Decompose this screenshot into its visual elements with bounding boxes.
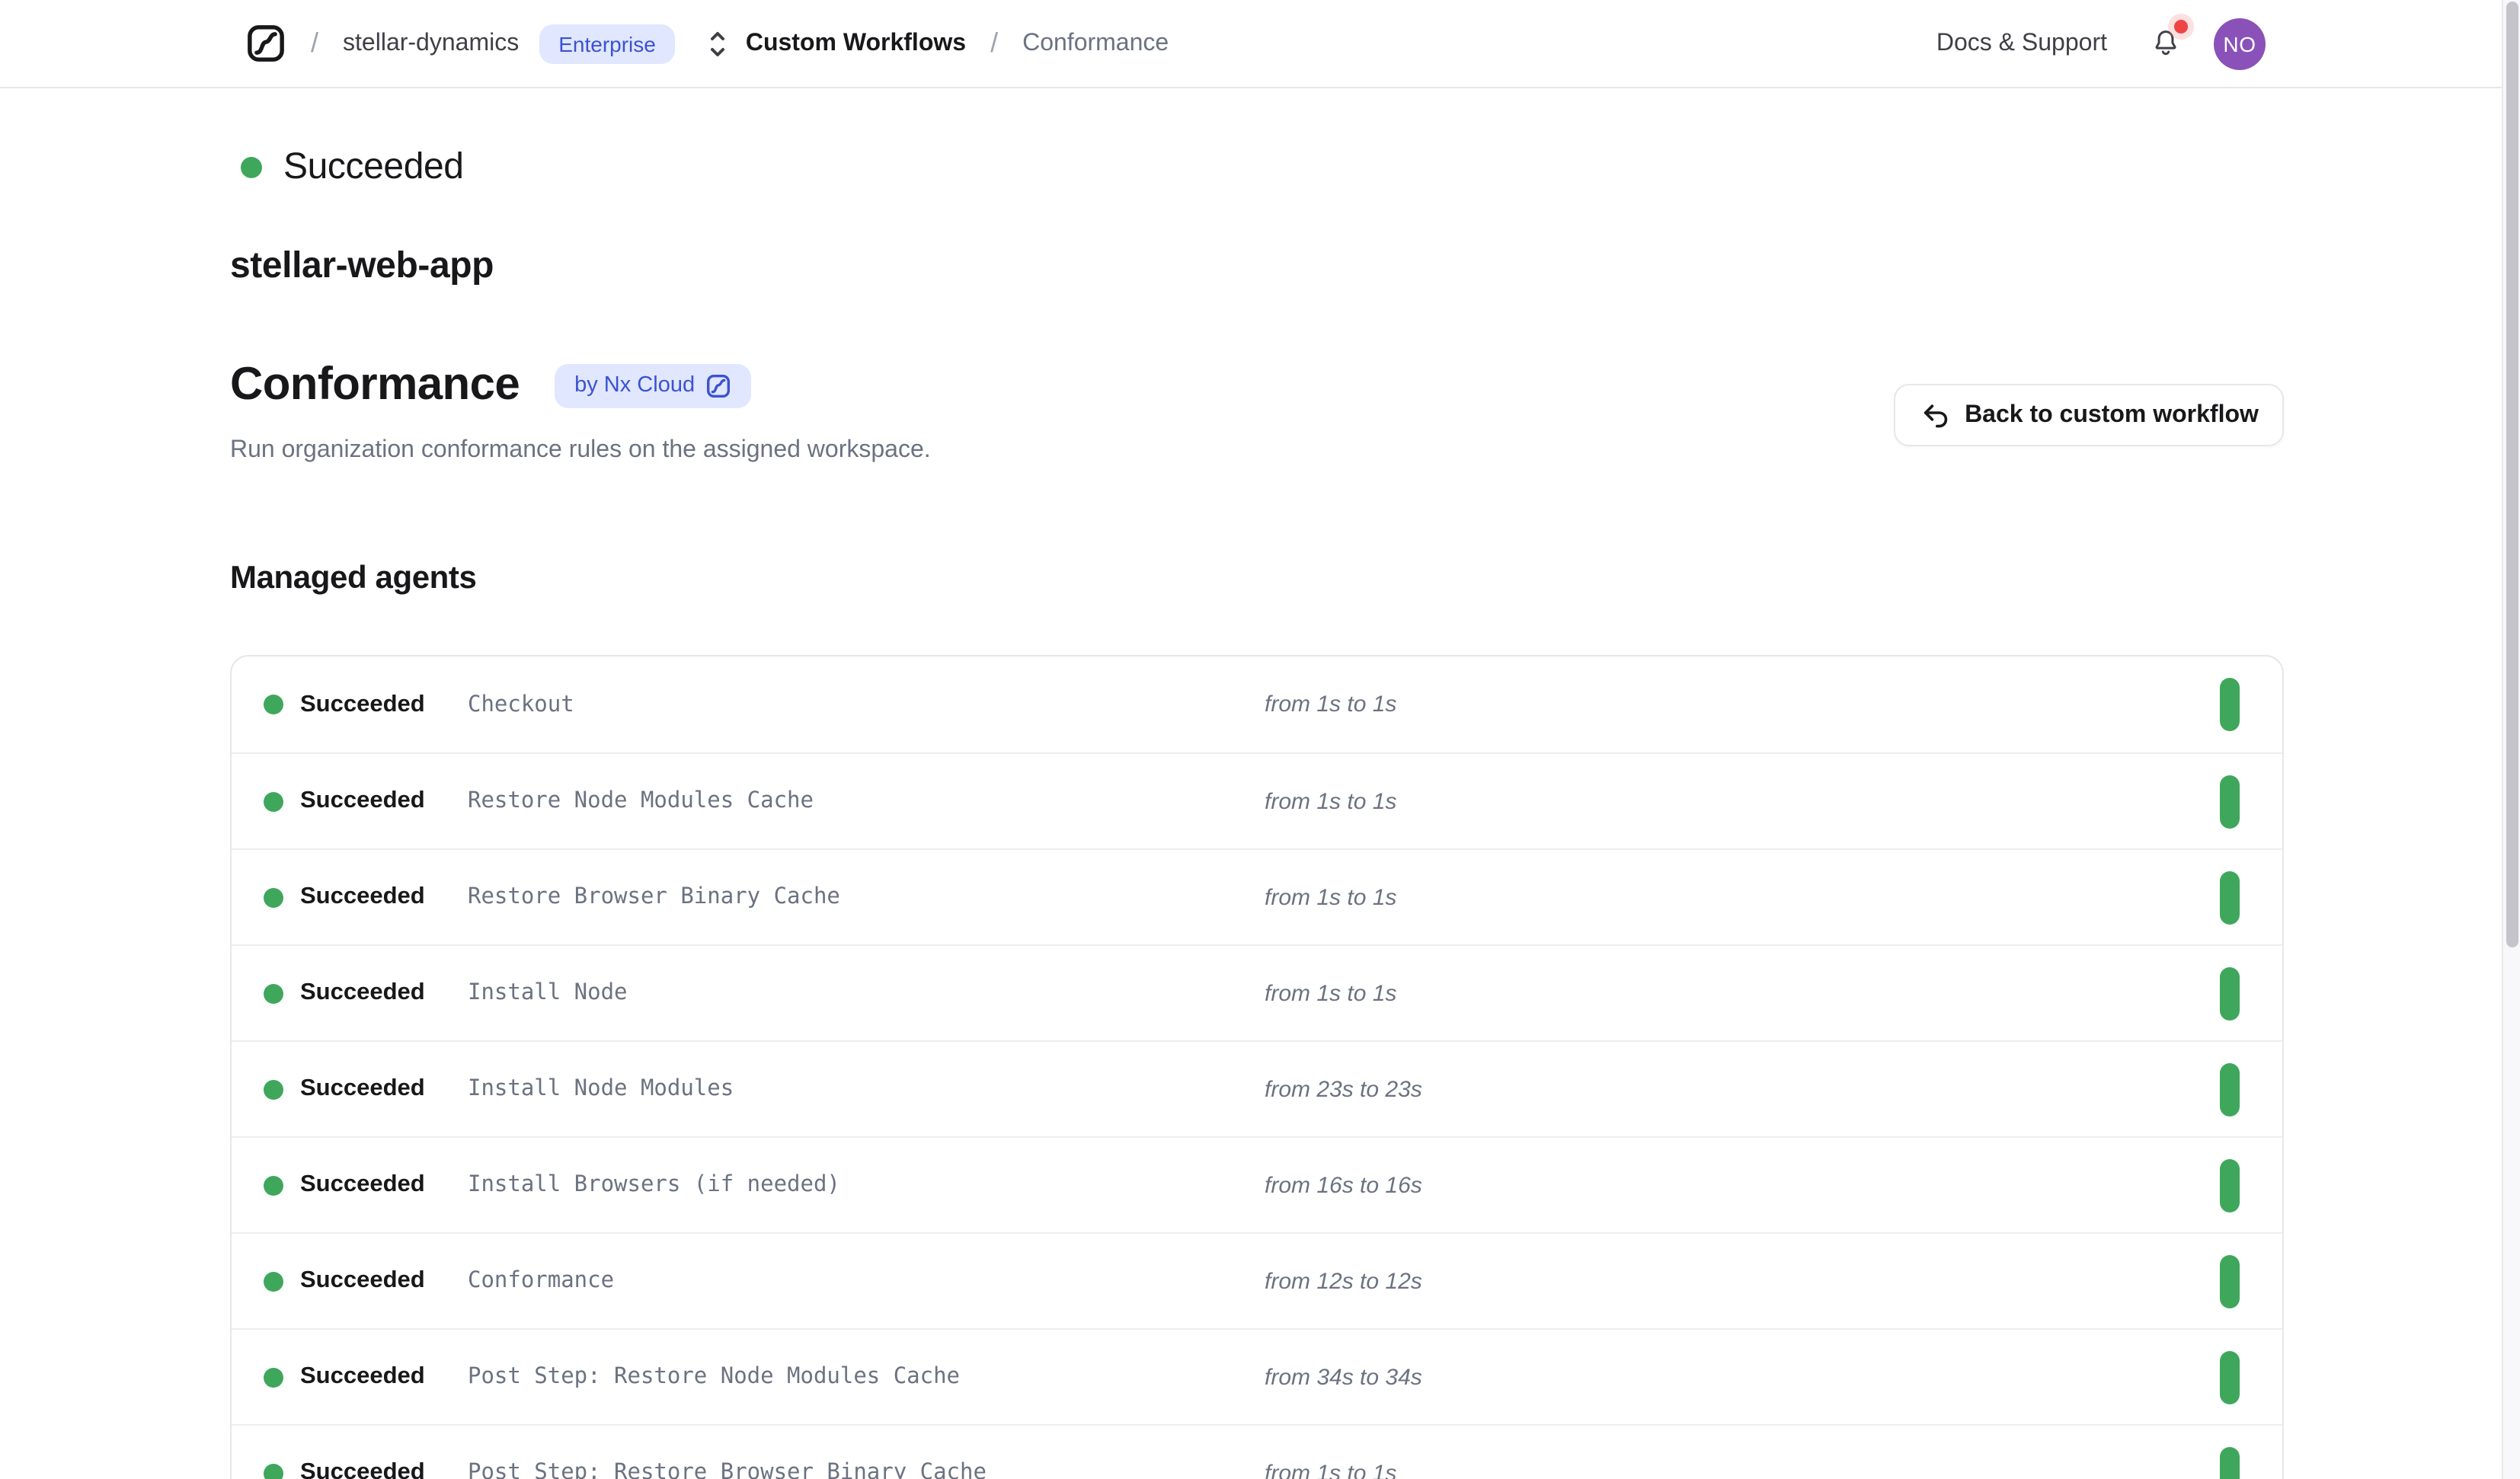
agent-step-time: from 23s to 23s [1265, 1076, 1422, 1102]
agents-list: Succeeded Checkout from 1s to 1s Succeed… [230, 655, 2284, 1479]
agent-row[interactable]: Succeeded Install Node from 1s to 1s [232, 944, 2282, 1040]
section-title: Managed agents [230, 561, 476, 597]
nx-logo-icon [705, 372, 731, 398]
back-button-label: Back to custom workflow [1965, 401, 2259, 429]
agent-row[interactable]: Succeeded Conformance from 12s to 12s [232, 1232, 2282, 1328]
agent-step-time: from 1s to 1s [1265, 692, 1396, 717]
agent-status: Succeeded [300, 691, 468, 718]
agent-step-name: Restore Node Modules Cache [468, 789, 1265, 813]
top-nav: / stellar-dynamics Enterprise Custom Wor… [0, 0, 2520, 88]
status-dot-icon [264, 983, 283, 1003]
breadcrumb-section[interactable]: Custom Workflows [746, 30, 966, 57]
agent-row[interactable]: Succeeded Checkout from 1s to 1s [232, 656, 2282, 752]
agent-step-name: Install Node Modules [468, 1077, 1265, 1101]
agent-status: Succeeded [300, 979, 468, 1007]
agent-progress-bar [2220, 1062, 2240, 1116]
agent-status: Succeeded [300, 787, 468, 815]
agent-progress-bar [2220, 966, 2240, 1020]
status-dot-icon [264, 887, 283, 907]
org-plan-badge: Enterprise [539, 24, 676, 63]
agent-progress-bar [2220, 678, 2240, 731]
agent-step-time: from 1s to 1s [1265, 1460, 1396, 1479]
workspace-switcher-icon[interactable] [706, 27, 731, 60]
breadcrumb-separator: / [990, 27, 998, 59]
agent-step-time: from 1s to 1s [1265, 884, 1396, 910]
status-dot-icon [264, 695, 283, 714]
agent-step-name: Checkout [468, 692, 1265, 717]
agent-progress-bar [2220, 1254, 2240, 1308]
run-status-label: Succeeded [283, 146, 464, 189]
provider-badge[interactable]: by Nx Cloud [555, 363, 751, 407]
agent-row[interactable]: Succeeded Post Step: Restore Browser Bin… [232, 1424, 2282, 1479]
page-root: / stellar-dynamics Enterprise Custom Wor… [0, 0, 2520, 1479]
agent-status: Succeeded [300, 1267, 468, 1295]
agent-progress-bar [2220, 775, 2240, 828]
return-arrow-icon [1919, 400, 1949, 430]
status-dot-icon [264, 791, 283, 811]
status-dot-icon [264, 1175, 283, 1195]
notification-badge [2174, 20, 2188, 34]
breadcrumb-separator: / [311, 27, 318, 59]
status-dot-icon [241, 157, 262, 178]
agent-step-name: Conformance [468, 1269, 1265, 1293]
agent-status: Succeeded [300, 883, 468, 911]
workflow-header: Conformance by Nx Cloud [230, 359, 751, 411]
user-avatar[interactable]: NO [2214, 18, 2266, 69]
nx-cloud-logo-icon[interactable] [245, 23, 286, 64]
agent-step-time: from 16s to 16s [1265, 1172, 1422, 1198]
status-dot-icon [264, 1271, 283, 1291]
agent-step-time: from 34s to 34s [1265, 1364, 1422, 1390]
agent-step-name: Post Step: Restore Browser Binary Cache [468, 1461, 1265, 1479]
agent-progress-bar [2220, 1158, 2240, 1212]
agent-step-time: from 1s to 1s [1265, 788, 1396, 814]
agent-step-name: Install Node [468, 981, 1265, 1005]
agent-progress-bar [2220, 1446, 2240, 1479]
back-to-custom-workflow-button[interactable]: Back to custom workflow [1894, 384, 2284, 446]
agent-step-time: from 12s to 12s [1265, 1268, 1422, 1294]
agent-progress-bar [2220, 1350, 2240, 1404]
nav-right-group: Docs & Support NO [1936, 18, 2266, 69]
agent-step-name: Install Browsers (if needed) [468, 1173, 1265, 1197]
breadcrumb-org[interactable]: stellar-dynamics [343, 30, 519, 57]
agent-progress-bar [2220, 870, 2240, 924]
run-status: Succeeded [241, 146, 464, 189]
docs-support-link[interactable]: Docs & Support [1936, 30, 2107, 57]
agent-status: Succeeded [300, 1459, 468, 1479]
status-dot-icon [264, 1463, 283, 1479]
page-scrollbar-track[interactable] [2502, 0, 2520, 1479]
agent-step-time: from 1s to 1s [1265, 980, 1396, 1006]
agent-status: Succeeded [300, 1075, 468, 1103]
agent-step-name: Restore Browser Binary Cache [468, 885, 1265, 909]
workflow-description: Run organization conformance rules on th… [230, 437, 931, 465]
status-dot-icon [264, 1367, 283, 1387]
page-scrollbar-thumb[interactable] [2506, 2, 2518, 947]
workspace-name: stellar-web-app [230, 245, 494, 288]
agent-status: Succeeded [300, 1171, 468, 1199]
notifications-bell-icon[interactable] [2150, 26, 2182, 61]
agent-row[interactable]: Succeeded Restore Browser Binary Cache f… [232, 848, 2282, 944]
agent-status: Succeeded [300, 1363, 468, 1391]
agent-step-name: Post Step: Restore Node Modules Cache [468, 1365, 1265, 1389]
provider-badge-label: by Nx Cloud [574, 373, 695, 398]
agent-row[interactable]: Succeeded Install Node Modules from 23s … [232, 1040, 2282, 1136]
breadcrumb-page: Conformance [1022, 30, 1169, 57]
page-title: Conformance [230, 359, 520, 411]
agent-row[interactable]: Succeeded Post Step: Restore Node Module… [232, 1328, 2282, 1424]
agent-row[interactable]: Succeeded Restore Node Modules Cache fro… [232, 752, 2282, 848]
status-dot-icon [264, 1079, 283, 1099]
agent-row[interactable]: Succeeded Install Browsers (if needed) f… [232, 1136, 2282, 1232]
